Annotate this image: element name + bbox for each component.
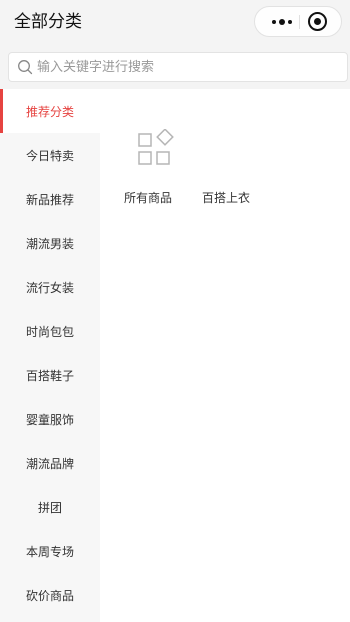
page-title: 全部分类 [14,12,82,32]
search-icon [18,60,33,75]
category-label: 所有商品 [123,191,172,205]
grid-categories-icon [138,129,174,165]
category-sidebar: 推荐分类 今日特卖 新品推荐 潮流男装 流行女装 时尚包包 百搭鞋子 婴童服饰 … [0,89,100,622]
more-dots-icon[interactable] [268,7,296,36]
sidebar-item-mens-fashion[interactable]: 潮流男装 [0,221,100,265]
mini-program-capsule [254,6,342,37]
search-bar [0,44,350,89]
sidebar-item-kids-clothing[interactable]: 婴童服饰 [0,397,100,441]
category-label: 百搭上衣 [201,191,250,205]
circle-close-icon[interactable] [308,12,327,31]
sidebar-item-new-arrivals[interactable]: 新品推荐 [0,177,100,221]
sidebar-item-trend-brands[interactable]: 潮流品牌 [0,441,100,485]
category-all-products[interactable]: 所有商品 [112,129,184,209]
capsule-divider [299,15,300,29]
category-content: 所有商品 百搭上衣 [100,89,350,622]
sidebar-item-today-sale[interactable]: 今日特卖 [0,133,100,177]
search-box[interactable] [8,52,348,82]
sidebar-item-womens-fashion[interactable]: 流行女装 [0,265,100,309]
sidebar-item-recommended[interactable]: 推荐分类 [0,89,100,133]
sidebar-item-shoes[interactable]: 百搭鞋子 [0,353,100,397]
search-input[interactable] [37,53,337,81]
sidebar-item-bags[interactable]: 时尚包包 [0,309,100,353]
sidebar-item-bargain[interactable]: 砍价商品 [0,573,100,617]
category-tops[interactable]: 百搭上衣 [190,129,262,209]
sidebar-item-group-buy[interactable]: 拼团 [0,485,100,529]
navigation-bar: 全部分类 [0,0,350,44]
sidebar-item-weekly-special[interactable]: 本周专场 [0,529,100,573]
